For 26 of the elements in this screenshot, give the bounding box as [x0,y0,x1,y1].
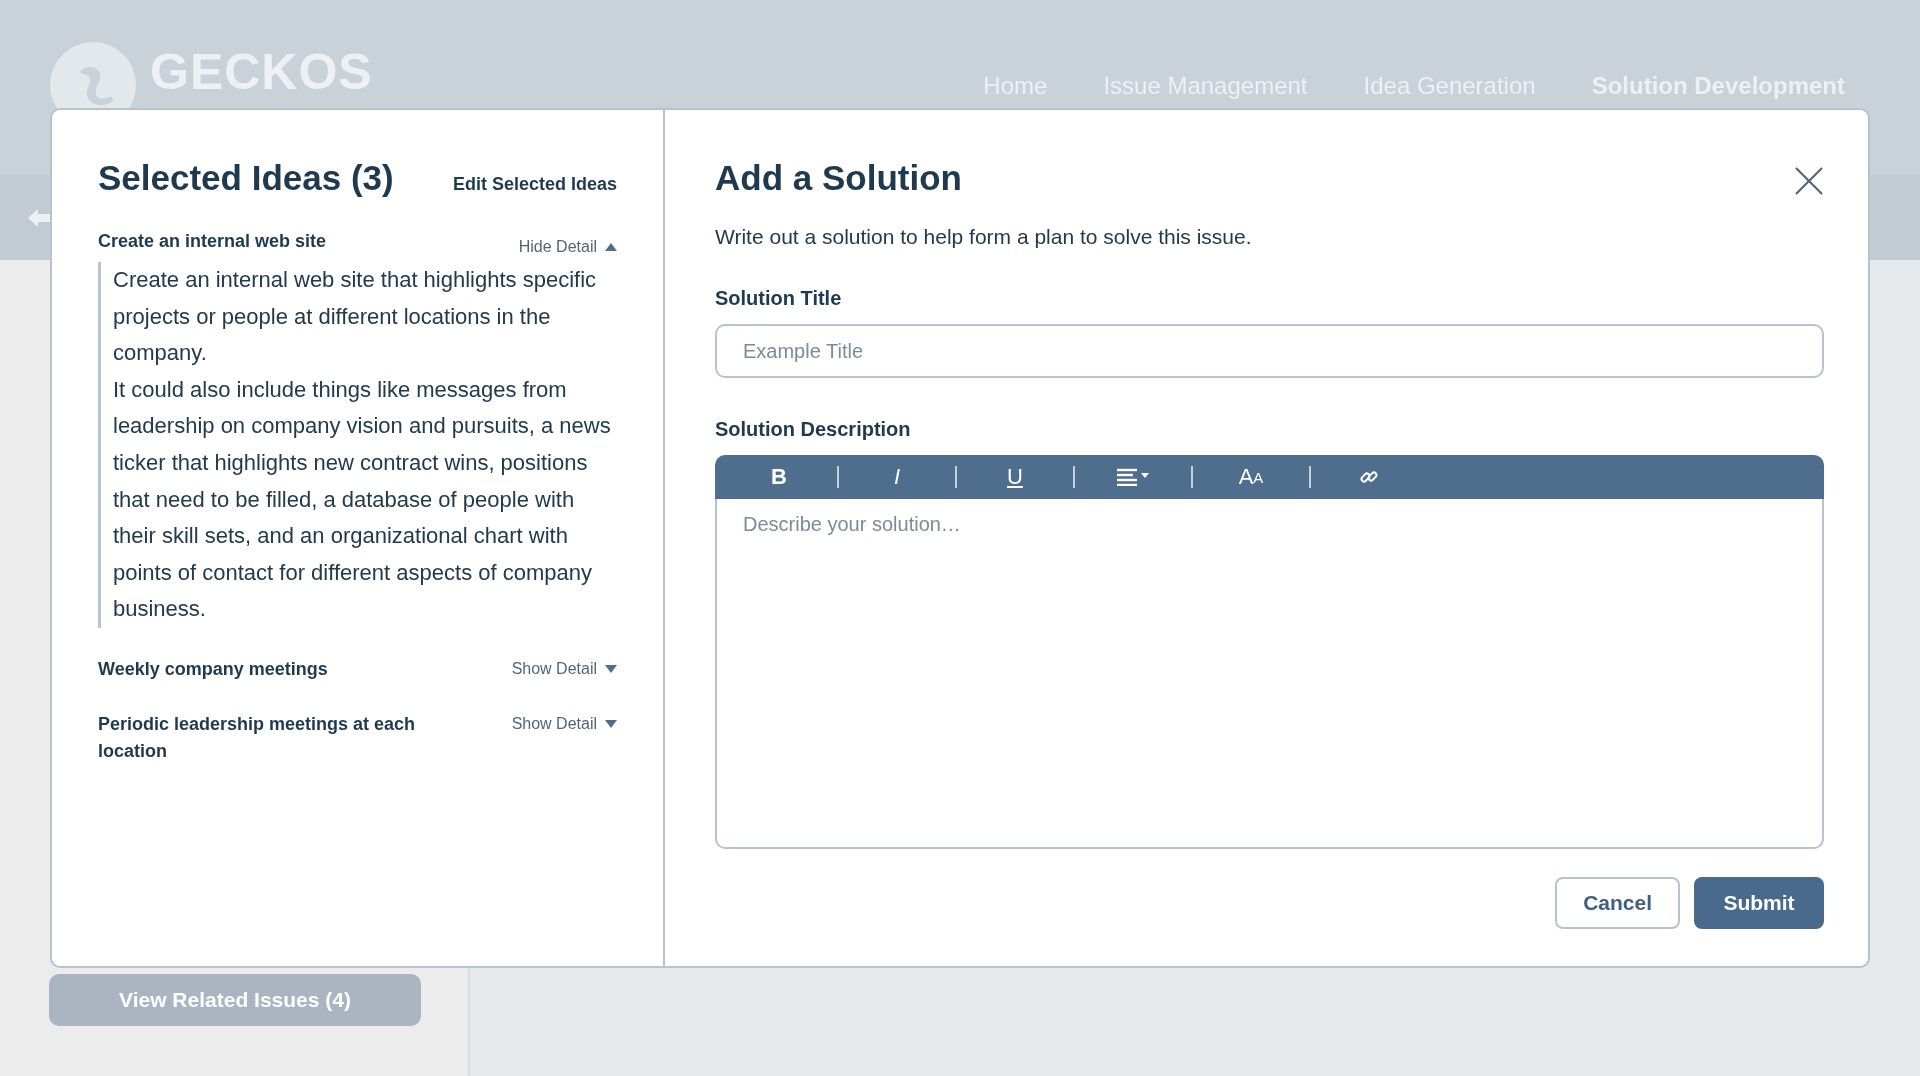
description-field[interactable]: Describe your solution… [715,499,1824,849]
panel-title: Selected Ideas (3) [98,158,394,198]
detail-toggle[interactable]: Show Detail [511,659,617,678]
bold-button[interactable]: B [743,460,815,494]
submit-button[interactable]: Submit [1694,877,1824,929]
dialog-title: Add a Solution [715,158,962,198]
detail-toggle[interactable]: Hide Detail [518,238,617,256]
idea-title: Create an internal web site [98,230,327,253]
close-icon [1794,166,1824,196]
field-label: Solution Description [715,418,912,441]
idea-description: It could also include things like messages from leadership on company vision and pursuits, a news ticker that highlights new contract wins, positions that need to be filled, a database of people with their skill sets, and an organizational chart with points of contact for different aspects of company business. [113,375,612,624]
back-arrow-icon [28,208,50,227]
field-label: Solution Title [715,287,843,310]
detail-toggle[interactable]: Show Detail [511,714,617,733]
align-icon [1117,468,1149,486]
edit-link[interactable]: Edit Selected Ideas [452,174,617,195]
title-field[interactable]: Example Title [715,324,1824,378]
cancel-button[interactable]: Cancel [1555,877,1680,929]
idea-title: Weekly company meetings [98,657,328,681]
idea-description: Create an internal web site that highlights specific projects or people at different locations in the company. [113,266,598,368]
idea-title: Periodic leadership meetings at each location [98,712,417,763]
font-size-button[interactable]: AA [1215,460,1287,494]
italic-button[interactable]: I [861,460,933,494]
link-icon [1360,468,1378,486]
underline-button[interactable]: U [979,460,1051,494]
dialog-subtitle: Write out a solution to help form a plan to solve this issue. [715,225,1253,249]
